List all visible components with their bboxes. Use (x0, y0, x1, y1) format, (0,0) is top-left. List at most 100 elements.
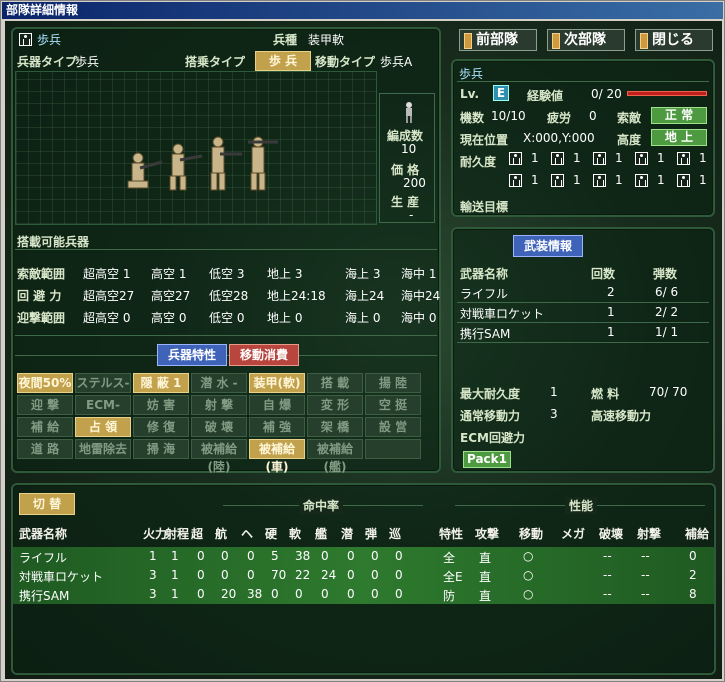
trait-cell[interactable]: 補 給 (17, 417, 73, 437)
trait-cell[interactable]: 修 復 (133, 417, 189, 437)
trait-cell[interactable]: 地雷除去 (75, 439, 131, 459)
trait-cell[interactable]: 迎 撃 (17, 395, 73, 415)
weapons-table-cell: 24 (321, 568, 337, 582)
small-soldier-icon (406, 102, 412, 123)
trait-cell[interactable]: 変 形 (307, 395, 363, 415)
unit-image-area (15, 71, 377, 225)
trait-cell[interactable]: 占 領 (75, 417, 131, 437)
trait-cell[interactable]: 揚 陸 (365, 373, 421, 393)
trait-cell[interactable]: 空 挺 (365, 395, 421, 415)
weapons-table-cell: 1 (171, 568, 179, 582)
durability-value: 1 (531, 173, 539, 187)
weapons-table-cell: 0 (247, 549, 255, 563)
client-area: 歩兵 兵種 装甲軟 兵器タイプ 歩兵 搭乗タイプ 歩 兵 移動タイプ 歩兵A 編… (5, 21, 722, 679)
range-cell: 高空 1 (151, 267, 187, 281)
trait-cell[interactable]: 夜間50% (17, 373, 73, 393)
range-cell: 海上 3 (345, 267, 381, 281)
unit-count-value: 10/10 (491, 109, 526, 123)
durability-unit-icon (677, 174, 690, 187)
unit-name: 歩兵 (37, 33, 62, 47)
trait-cell[interactable]: ECM- (75, 395, 131, 415)
trait-cell[interactable]: 被補給(陸) (191, 439, 247, 474)
trait-cell[interactable]: 射 撃 (191, 395, 247, 415)
range-cell: 超高空 1 (83, 267, 131, 281)
durability-unit-icon (509, 152, 522, 165)
weapons-table-header: 超 (191, 527, 204, 541)
weapons-table-cell: 直 (479, 570, 492, 584)
trait-cell[interactable]: 設 営 (365, 417, 421, 437)
weapons-table-header: 艦 (315, 527, 328, 541)
trait-cell[interactable]: 自 爆 (249, 395, 305, 415)
durability-value: 1 (657, 173, 665, 187)
weapons-table-cell: 0 (395, 568, 403, 582)
exp-bar (627, 91, 707, 96)
trait-cell[interactable]: 破 壊 (191, 417, 247, 437)
armament-name: 対戦車ロケット (460, 307, 545, 321)
ecm-evasion-label: ECM回避力 (460, 431, 525, 445)
close-button[interactable]: 閉じる (635, 29, 713, 51)
tab-move-cost[interactable]: 移動消費 (229, 344, 299, 366)
level-value: E (493, 85, 509, 101)
weapons-table-cell: 3 (149, 587, 157, 601)
position-label: 現在位置 (460, 133, 509, 147)
infantry-icon (19, 33, 32, 46)
trait-cell[interactable]: 搭 載 (307, 373, 363, 393)
durability-value: 1 (699, 151, 707, 165)
weapons-table-header: 移動 (519, 527, 544, 541)
trait-cell[interactable]: 隠 蔽 1 (133, 373, 189, 393)
weapons-table-header: 軟 (289, 527, 302, 541)
performance-group-label: 性能 (565, 497, 598, 514)
weapons-table-cell: 0 (321, 587, 329, 601)
weapons-table-header: 武器名称 (19, 527, 68, 541)
next-unit-button[interactable]: 次部隊 (547, 29, 625, 51)
durability-unit-icon (635, 174, 648, 187)
prev-unit-button[interactable]: 前部隊 (459, 29, 537, 51)
durability-value: 1 (573, 151, 581, 165)
armament-name: 携行SAM (460, 327, 511, 341)
trait-cell[interactable]: 架 橋 (307, 417, 363, 437)
range-cell: 地上 0 (267, 311, 303, 325)
weapon-type-value: 歩兵 (75, 55, 100, 69)
weapons-table-cell: 防 (443, 589, 456, 603)
carry-weapons-label: 搭載可能兵器 (17, 235, 90, 249)
arm-header-ammo: 弾数 (653, 267, 678, 281)
divider (15, 249, 437, 250)
weapons-table-cell: 70 (271, 568, 287, 582)
unit-type-label: 兵種 (273, 33, 298, 47)
divider (15, 335, 437, 336)
armament-row-divider (457, 322, 709, 323)
trait-cell[interactable]: 掃 海 (133, 439, 189, 459)
trait-cell[interactable]: 道 路 (17, 439, 73, 459)
trait-cell[interactable] (365, 439, 421, 459)
unit-type-value: 装甲軟 (308, 33, 345, 47)
weapons-table-cell: 0 (347, 587, 355, 601)
durability-unit-icon (677, 152, 690, 165)
ride-type-value: 歩 兵 (255, 51, 311, 71)
switch-button[interactable]: 切 替 (19, 493, 75, 515)
weapons-table-header: 巡 (389, 527, 402, 541)
exp-value: 0/ 20 (591, 87, 622, 101)
range-cell: 海上 0 (345, 311, 381, 325)
altitude-value: 地 上 (651, 129, 707, 146)
trait-cell[interactable]: 補 強 (249, 417, 305, 437)
trait-cell[interactable]: 被補給(車) (249, 439, 305, 474)
trait-cell[interactable]: 被補給(艦) (307, 439, 363, 474)
formation-value: 10 (401, 142, 417, 156)
weapon-type-label: 兵器タイプ (17, 55, 78, 69)
tab-weapon-traits[interactable]: 兵器特性 (157, 344, 227, 366)
trait-cell[interactable]: ステルス- (75, 373, 131, 393)
price-value: 200 (403, 176, 426, 190)
pack-button[interactable]: Pack1 (463, 451, 511, 468)
weapons-table-header: 補給 (685, 527, 710, 541)
transport-target-label: 輸送目標 (460, 200, 509, 214)
trait-cell[interactable]: 装甲(軟) (249, 373, 305, 393)
range-cell: 低空 3 (209, 267, 245, 281)
trait-cell[interactable]: 潜 水 - (191, 373, 247, 393)
weapons-table-cell: -- (603, 568, 612, 582)
trait-cell[interactable]: 妨 害 (133, 395, 189, 415)
weapons-table-cell: -- (603, 587, 612, 601)
range-cell: 海中24 (401, 289, 441, 303)
unit-count-label: 機数 (460, 111, 485, 125)
weapons-table-cell: 直 (479, 551, 492, 565)
range-cell: 地上 3 (267, 267, 303, 281)
